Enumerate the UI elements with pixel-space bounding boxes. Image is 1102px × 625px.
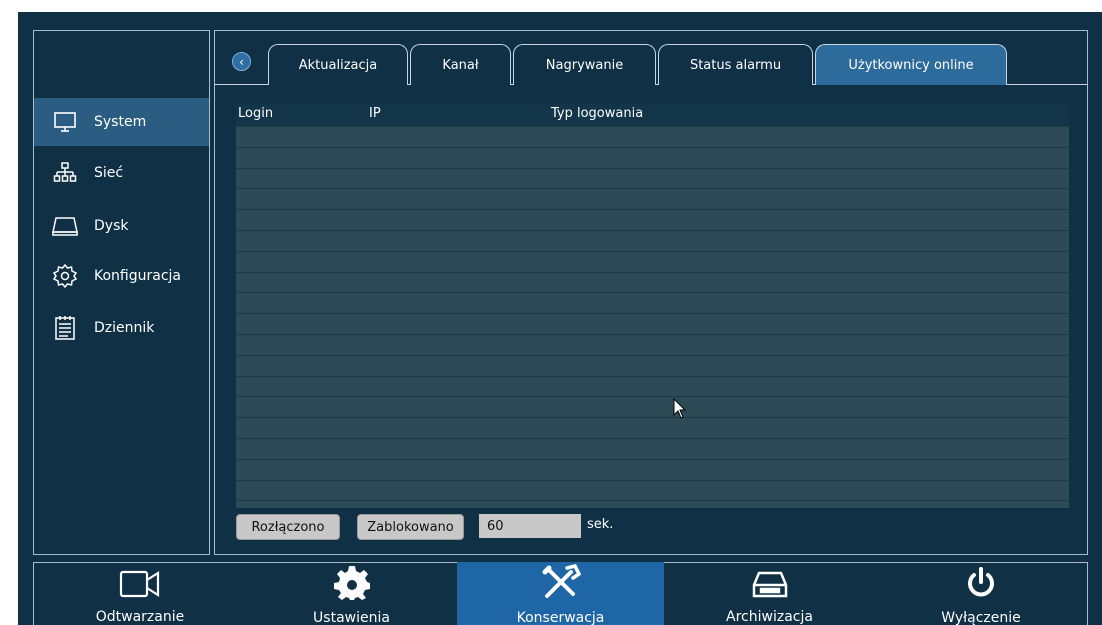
table-row[interactable] <box>236 126 1069 147</box>
tab-alarm-status[interactable]: Status alarmu <box>658 44 813 85</box>
tab-recording[interactable]: Nagrywanie <box>513 44 656 85</box>
camera-icon <box>119 566 161 599</box>
table-row[interactable] <box>236 354 1069 376</box>
monitor-icon <box>50 107 80 137</box>
nav-playback[interactable]: Odtwarzanie <box>34 562 246 625</box>
nav-archive[interactable]: Archiwizacja <box>664 562 875 625</box>
nav-maintenance[interactable]: Konserwacja <box>457 562 664 625</box>
nav-label: Ustawienia <box>313 610 390 625</box>
table-row[interactable] <box>236 146 1069 168</box>
tab-label: Nagrywanie <box>545 57 624 73</box>
online-users-table: Login IP Typ logowania <box>236 104 1069 508</box>
nav-shutdown[interactable]: Wyłączenie <box>875 562 1087 625</box>
gear-outline-icon <box>50 261 80 291</box>
table-row[interactable] <box>236 271 1069 293</box>
table-row[interactable] <box>236 458 1069 480</box>
table-row[interactable] <box>236 167 1069 189</box>
sidebar-item-disk[interactable]: Dysk <box>34 202 209 250</box>
sidebar-item-config[interactable]: Konfiguracja <box>34 252 209 300</box>
disk-icon <box>50 211 80 241</box>
sidebar-item-label: Dysk <box>94 218 129 234</box>
table-row[interactable] <box>236 230 1069 251</box>
top-strip <box>0 0 1102 12</box>
sidebar-item-log[interactable]: Dziennik <box>34 304 209 352</box>
sidebar-item-network[interactable]: Sieć <box>34 149 209 197</box>
timeout-unit-label: sek. <box>587 517 614 532</box>
timeout-input[interactable]: 60 <box>479 514 581 538</box>
tab-label: Użytkownicy online <box>848 57 974 73</box>
log-icon <box>50 313 80 343</box>
table-row[interactable] <box>236 209 1069 230</box>
tools-icon <box>541 564 581 600</box>
chevron-left-icon: ‹ <box>239 54 244 69</box>
table-row[interactable] <box>236 375 1069 397</box>
block-button[interactable]: Zablokowano <box>357 514 464 540</box>
sidebar-item-label: Dziennik <box>94 320 155 336</box>
gear-icon <box>333 566 370 600</box>
nav-label: Konserwacja <box>516 610 605 625</box>
nav-label: Odtwarzanie <box>95 609 185 625</box>
sidebar-item-label: Sieć <box>94 165 124 181</box>
sidebar-item-label: Konfiguracja <box>94 268 182 284</box>
table-row[interactable] <box>236 479 1069 501</box>
tab-online-users[interactable]: Użytkownicy online <box>815 44 1007 85</box>
tab-label: Kanał <box>442 57 479 73</box>
nav-label: Wyłączenie <box>941 610 1021 625</box>
table-row[interactable] <box>236 396 1069 417</box>
column-header-login: Login <box>238 106 274 121</box>
back-button[interactable]: ‹ <box>232 52 251 71</box>
power-icon <box>964 566 998 600</box>
mouse-cursor-icon <box>673 397 687 424</box>
sidebar-item-label: System <box>94 114 147 130</box>
sidebar-item-system[interactable]: System <box>34 98 209 146</box>
archive-icon <box>752 566 788 599</box>
table-row[interactable] <box>236 417 1069 438</box>
table-row[interactable] <box>236 438 1069 459</box>
table-row[interactable] <box>236 292 1069 313</box>
network-icon <box>50 158 80 188</box>
sidebar: System Sieć Dysk Konfiguracja Dziennik <box>33 30 210 555</box>
column-header-login-type: Typ logowania <box>551 106 644 121</box>
nav-label: Archiwizacja <box>726 609 813 625</box>
table-row[interactable] <box>236 334 1069 355</box>
tab-label: Aktualizacja <box>298 57 378 73</box>
tab-label: Status alarmu <box>689 57 782 73</box>
nav-settings[interactable]: Ustawienia <box>246 562 457 625</box>
tab-update[interactable]: Aktualizacja <box>268 44 408 85</box>
disconnect-button[interactable]: Rozłączono <box>236 514 340 540</box>
table-row[interactable] <box>236 313 1069 334</box>
table-row[interactable] <box>236 250 1069 272</box>
tab-channel[interactable]: Kanał <box>410 44 511 85</box>
table-header: Login IP Typ logowania <box>236 104 1069 126</box>
table-row[interactable] <box>236 188 1069 209</box>
column-header-ip: IP <box>369 106 381 121</box>
